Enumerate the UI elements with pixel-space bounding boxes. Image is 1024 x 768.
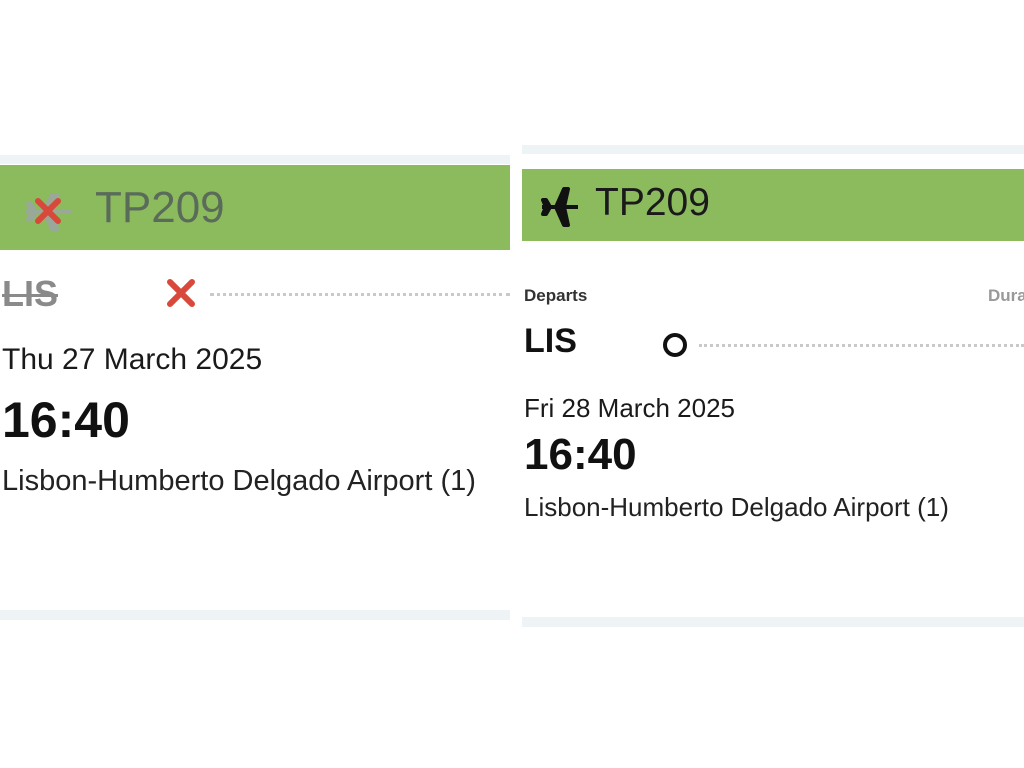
departure-airport-code: LIS <box>524 322 577 360</box>
rebooked-flight-card: TP209 Departs Dura LIS Fri 28 March 2025… <box>522 145 1024 627</box>
flight-number: TP209 <box>595 181 710 224</box>
card-top-divider <box>0 155 510 164</box>
departure-date: Fri 28 March 2025 <box>524 393 735 423</box>
departure-airport-name: Lisbon-Humberto Delgado Airport (1) <box>2 465 476 497</box>
circle-icon <box>661 331 689 359</box>
departure-time: 16:40 <box>2 392 130 448</box>
flight-number: TP209 <box>95 183 225 232</box>
cancelled-flight-card: TP209 LIS Thu 27 March 2025 16:40 Lisbon… <box>0 155 510 620</box>
airplane-icon <box>540 185 580 229</box>
flight-header: TP209 <box>0 165 510 250</box>
cross-icon <box>165 277 197 309</box>
duration-label: Dura <box>988 286 1024 305</box>
route-line <box>699 344 1024 347</box>
departure-date: Thu 27 March 2025 <box>2 343 263 376</box>
departs-label: Departs <box>524 286 588 305</box>
route-line <box>210 293 510 296</box>
flight-header: TP209 <box>522 169 1024 241</box>
card-bottom-divider <box>522 617 1024 627</box>
card-bottom-divider <box>0 610 510 620</box>
cancelled-airplane-icon <box>22 185 76 239</box>
departure-time: 16:40 <box>524 430 637 479</box>
departure-airport-code: LIS <box>2 273 59 314</box>
departure-airport-name: Lisbon-Humberto Delgado Airport (1) <box>524 492 949 522</box>
card-top-divider <box>522 145 1024 154</box>
